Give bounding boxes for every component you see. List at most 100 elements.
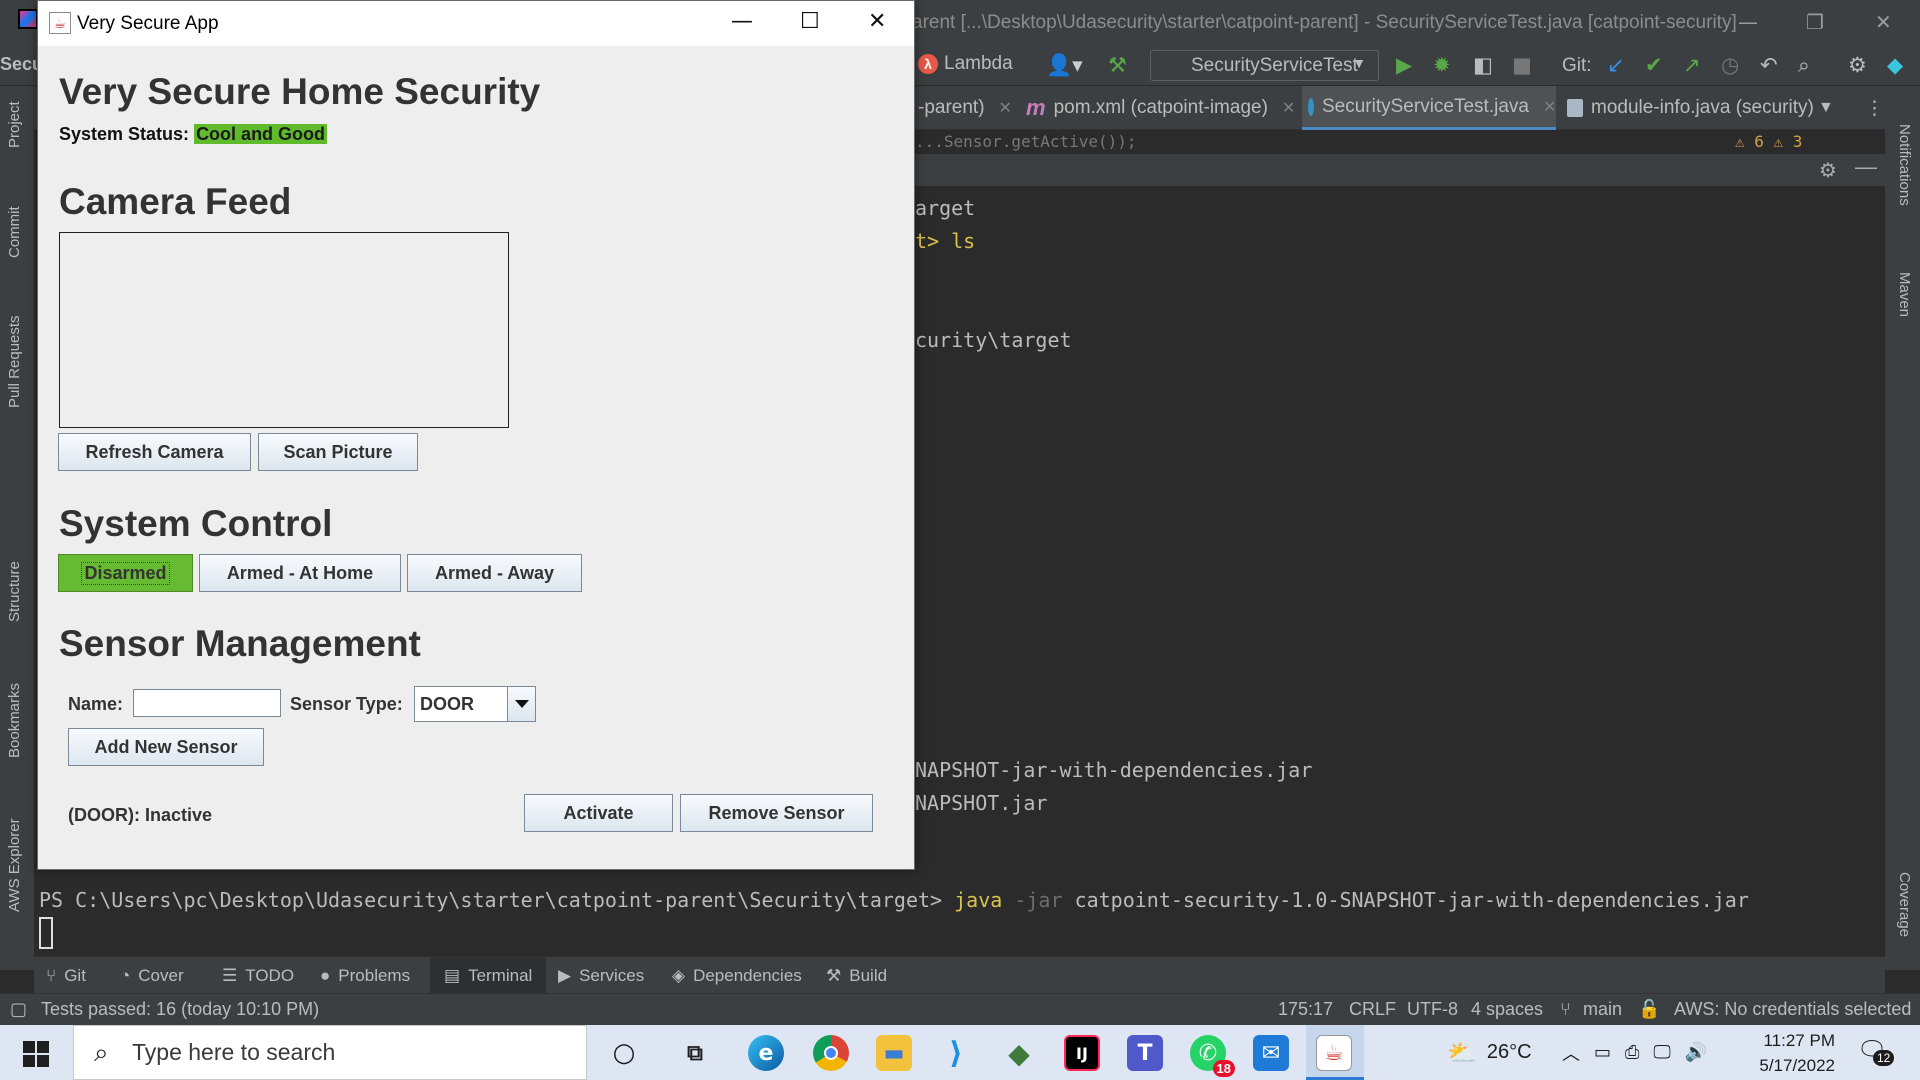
git-branch[interactable]: main <box>1583 999 1622 1020</box>
plugin-icon[interactable]: ◆ <box>1887 53 1903 77</box>
armed-away-button[interactable]: Armed - Away <box>407 554 582 592</box>
git-commit-icon[interactable]: ✔ <box>1645 53 1663 77</box>
stop-icon[interactable]: ■ <box>1512 53 1532 77</box>
rollback-icon[interactable]: ↶ <box>1760 53 1778 77</box>
intellij-idea-icon[interactable]: IJ <box>1064 1035 1100 1071</box>
battery-icon[interactable]: ▭ <box>1594 1042 1611 1063</box>
tool-notifications[interactable]: Notifications <box>1896 124 1913 206</box>
notification-center-icon[interactable]: 🗨 12 <box>1857 1036 1895 1066</box>
close-icon[interactable]: ✕ <box>1282 98 1295 118</box>
settings-gear-icon[interactable]: ⚙ <box>1848 53 1867 77</box>
app-titlebar[interactable]: ☕ Very Secure App — ☐ ✕ <box>38 1 914 46</box>
warnings-count[interactable]: ⚠ 6 ⚠ 3 <box>1735 132 1802 151</box>
armed-at-home-button[interactable]: Armed - At Home <box>199 554 401 592</box>
gear-icon[interactable]: ⚙ <box>1819 158 1837 182</box>
refresh-camera-button[interactable]: Refresh Camera <box>58 433 251 471</box>
layout-icon[interactable]: ▢ <box>10 999 27 1020</box>
very-secure-app-window: ☕ Very Secure App — ☐ ✕ Very Secure Home… <box>37 0 915 870</box>
tab-security-service-test[interactable]: SecurityServiceTest.java ✕ <box>1302 86 1556 130</box>
meet-now-icon[interactable]: ⎙ <box>1625 1042 1639 1063</box>
bottom-tab-services[interactable]: ▶ Services <box>558 957 644 994</box>
close-icon[interactable]: ✕ <box>868 9 886 34</box>
indent-setting[interactable]: 4 spaces <box>1471 999 1543 1020</box>
aws-connection[interactable]: AWS: No credentials selected <box>1674 999 1911 1020</box>
tab-parent[interactable]: -parent) ✕ <box>918 86 1012 130</box>
lambda-selector[interactable]: λ Lambda <box>918 53 1013 75</box>
edge-browser-icon[interactable]: e <box>748 1035 784 1071</box>
bottom-tab-dependencies[interactable]: ◈ Dependencies <box>672 957 802 994</box>
git-update-icon[interactable]: ↙ <box>1607 53 1625 77</box>
cortana-icon[interactable]: ○ <box>606 1035 642 1071</box>
bottom-tab-git[interactable]: ⑂ Git <box>46 957 86 994</box>
tabs-overflow-chevron-icon[interactable]: ▼ <box>1818 86 1834 130</box>
taskbar-search-box[interactable]: ⌕ Type here to search <box>73 1025 587 1080</box>
minimize-icon[interactable]: — <box>731 9 753 34</box>
java-app-taskbar-item[interactable]: ☕ <box>1306 1025 1364 1080</box>
task-view-icon[interactable]: ⧉ <box>677 1035 713 1071</box>
disarmed-button[interactable]: Disarmed <box>58 554 193 592</box>
tool-structure[interactable]: Structure <box>6 561 23 622</box>
tool-commit[interactable]: Commit <box>6 206 23 258</box>
tests-status[interactable]: Tests passed: 16 (today 10:10 PM) <box>41 999 319 1020</box>
chevron-down-icon[interactable] <box>507 687 535 721</box>
debug-icon[interactable]: ✹ <box>1433 53 1451 77</box>
add-new-sensor-button[interactable]: Add New Sensor <box>68 728 264 766</box>
build-hammer-icon[interactable]: ⚒ <box>1108 53 1127 77</box>
show-hidden-icons-chevron-icon[interactable]: ︿ <box>1562 1040 1580 1066</box>
close-icon[interactable]: ✕ <box>1543 97 1556 117</box>
remove-sensor-button[interactable]: Remove Sensor <box>680 794 873 832</box>
more-options-icon[interactable]: ⋮ <box>1865 86 1884 130</box>
tool-project[interactable]: Project <box>6 101 23 148</box>
user-icon[interactable]: 👤▾ <box>1046 53 1083 78</box>
volume-icon[interactable]: 🔊 <box>1685 1042 1707 1063</box>
bottom-tab-cover[interactable]: ◔ Cover <box>120 957 184 994</box>
system-control-heading: System Control <box>59 503 333 544</box>
git-push-icon[interactable]: ↗ <box>1683 53 1701 77</box>
search-icon[interactable]: ⌕ <box>1798 53 1810 78</box>
windows-start-icon[interactable] <box>14 1037 58 1069</box>
teams-icon[interactable]: T <box>1127 1035 1163 1071</box>
ide-restore-icon[interactable]: ❐ <box>1806 10 1824 34</box>
java-cup-icon: ☕ <box>1316 1035 1352 1071</box>
sensor-name-input[interactable] <box>133 689 281 717</box>
bottom-tab-problems[interactable]: ● Problems <box>320 957 410 994</box>
run-config-dropdown[interactable]: SecurityServiceTest ▼ <box>1150 50 1379 81</box>
tool-aws-explorer[interactable]: AWS Explorer <box>6 818 23 912</box>
line-separator[interactable]: CRLF <box>1349 999 1396 1020</box>
system-status-value: Cool and Good <box>194 124 328 144</box>
ide-close-icon[interactable]: ✕ <box>1875 10 1892 34</box>
maximize-icon[interactable]: ☐ <box>800 9 820 34</box>
run-icon[interactable]: ▶ <box>1396 53 1412 77</box>
tab-module-info[interactable]: module-info.java (security) <box>1567 86 1814 130</box>
scan-picture-button[interactable]: Scan Picture <box>258 433 418 471</box>
weather-widget[interactable]: ⛅ 26°C <box>1447 1025 1532 1080</box>
file-encoding[interactable]: UTF-8 <box>1407 999 1458 1020</box>
history-icon[interactable]: ◷ <box>1721 53 1739 77</box>
mail-icon[interactable]: ✉ <box>1253 1035 1289 1071</box>
file-explorer-icon[interactable]: ▬ <box>876 1035 912 1071</box>
tab-label: SecurityServiceTest.java <box>1322 95 1529 117</box>
git-client-icon[interactable]: ◆ <box>1001 1035 1037 1071</box>
coverage-icon[interactable]: ◧ <box>1473 53 1493 77</box>
bottom-tab-label: TODO <box>245 965 295 985</box>
taskbar-clock[interactable]: 11:27 PM 5/17/2022 <box>1735 1028 1835 1078</box>
bottom-tab-terminal[interactable]: ▤ Terminal <box>430 957 547 994</box>
tool-bookmarks[interactable]: Bookmarks <box>6 683 23 758</box>
lock-icon[interactable]: 🔓 <box>1638 999 1660 1020</box>
hide-panel-icon[interactable]: — <box>1855 154 1877 180</box>
bottom-tab-todo[interactable]: ☰ TODO <box>222 957 294 994</box>
close-icon[interactable]: ✕ <box>999 98 1012 118</box>
sensor-type-dropdown[interactable]: DOOR <box>414 686 536 722</box>
caret-position[interactable]: 175:17 <box>1278 999 1333 1020</box>
bottom-tab-build[interactable]: ⚒ Build <box>826 957 887 994</box>
ide-minimize-icon[interactable]: — <box>1738 10 1758 34</box>
vscode-icon[interactable]: ⟩ <box>938 1035 974 1071</box>
activate-sensor-button[interactable]: Activate <box>524 794 673 832</box>
tab-pom-xml[interactable]: m pom.xml (catpoint-image) ✕ <box>1026 86 1295 130</box>
network-icon[interactable]: 🖵 <box>1653 1042 1670 1063</box>
chrome-browser-icon[interactable] <box>813 1035 849 1071</box>
tool-maven[interactable]: Maven <box>1896 272 1913 317</box>
whatsapp-icon[interactable]: ✆ 18 <box>1190 1035 1235 1077</box>
tool-pull-requests[interactable]: Pull Requests <box>6 315 23 408</box>
tool-coverage[interactable]: Coverage <box>1896 872 1913 937</box>
